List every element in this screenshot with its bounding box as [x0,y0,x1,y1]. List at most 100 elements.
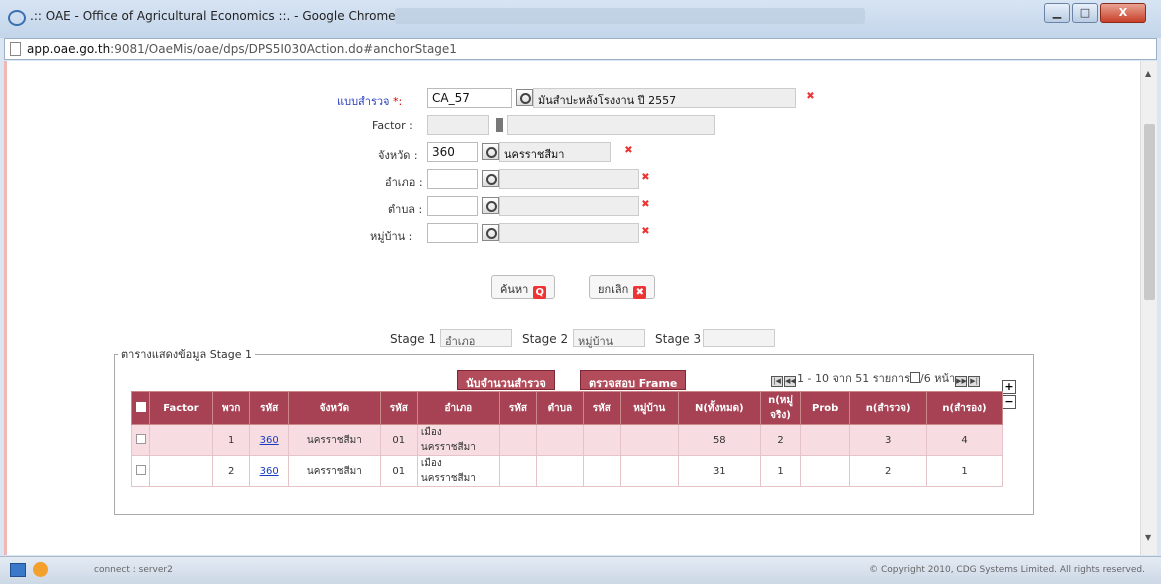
province-name-field: นครราชสีมา [499,142,611,162]
vertical-scrollbar[interactable]: ▲ ▼ [1140,61,1157,555]
column-header[interactable]: อำเภอ [416,391,500,425]
page-number-input[interactable] [910,372,921,383]
column-header[interactable]: n(หมู่ จริง) [760,391,802,425]
column-header[interactable]: พวก [211,391,251,425]
pager-prev-icon[interactable]: ◀◀ [784,376,796,387]
chrome-icon [8,10,26,26]
province-code-cell: 360 [249,455,289,487]
district-label: อำเภอ : [385,176,423,189]
minimize-button[interactable]: ▁ [1044,3,1070,23]
clear-icon[interactable]: ✖ [640,227,651,238]
village-code-input[interactable] [427,223,478,243]
province-code-link[interactable]: 360 [260,466,279,477]
cancel-button-label: ยกเลิก [598,283,629,296]
n-real-cell: 2 [760,424,802,456]
cancel-icon: ✖ [633,286,647,299]
stage1-table-legend: ตารางแสดงข้อมูล Stage 1 [121,348,252,361]
row-checkbox[interactable] [135,433,146,444]
connection-status: connect : server2 [94,565,173,575]
column-header[interactable]: n(สำรอง) [926,391,1003,425]
window-title: .:: OAE - Office of Agricultural Economi… [30,9,396,23]
row-checkbox[interactable] [135,464,146,475]
column-header[interactable]: รหัส [249,391,289,425]
search-button[interactable]: ค้นหา Q [491,275,556,299]
column-header[interactable]: n(สำรวจ) [849,391,928,425]
pager-next-icon[interactable]: ▶▶ [955,376,968,387]
page-icon [10,42,21,56]
district-name-field [499,169,639,189]
subdistrict-cell [535,424,584,456]
close-button[interactable]: X [1100,3,1146,23]
lookup-icon[interactable] [482,197,499,214]
scroll-up-icon[interactable]: ▲ [1145,69,1151,78]
row-checkbox-cell[interactable] [131,455,150,487]
url-text[interactable]: app.oae.go.th:9081/OaeMis/oae/dps/DPS5I0… [27,42,457,56]
required-marker: *: [392,95,403,108]
table-tools: + − [1002,380,1018,410]
pager-pages: /6 หน้า [920,372,956,385]
factor-lookup-icon[interactable] [496,118,503,132]
prob-cell [800,424,851,456]
village-label: หมู่บ้าน : [370,230,413,243]
column-header[interactable]: N(ทั้งหมด) [677,391,762,425]
lookup-icon[interactable] [482,143,499,160]
titlebar-blur [395,8,865,24]
clear-icon[interactable]: ✖ [640,200,651,211]
scroll-down-icon[interactable]: ▼ [1145,533,1151,542]
province-code-input[interactable] [427,142,478,162]
group-cell: 2 [211,455,251,487]
column-header[interactable]: รหัส [498,391,537,425]
table-header-row: Factor พวก รหัส จังหวัด รหัส อำเภอ รหัส … [131,391,1003,425]
add-row-icon[interactable]: + [1002,380,1016,394]
chat-icon[interactable] [33,562,48,577]
column-header[interactable]: Factor [149,391,213,425]
subdistrict-name-field [499,196,639,216]
column-header[interactable]: ตำบล [535,391,584,425]
province-code-link[interactable]: 360 [260,435,279,446]
district-cell: เมือง นครราชสีมา [416,424,500,456]
n-real-cell: 1 [760,455,802,487]
village-code-cell [582,455,621,487]
stage1-label: Stage 1 [390,332,437,346]
survey-code-input[interactable] [427,88,512,108]
keyboard-icon[interactable] [10,563,26,577]
clear-icon[interactable]: ✖ [805,92,816,103]
row-checkbox-cell[interactable] [131,424,150,456]
pager-last-icon[interactable]: ▶| [968,376,981,387]
n-reserve-cell: 1 [926,455,1003,487]
subdistrict-cell [535,455,584,487]
province-cell: นครราชสีมา [287,455,381,487]
remove-row-icon[interactable]: − [1002,395,1016,409]
browser-window: .:: OAE - Office of Agricultural Economi… [0,0,1161,584]
cancel-button[interactable]: ยกเลิก ✖ [589,275,656,299]
stage2-label: Stage 2 [522,332,569,346]
lookup-icon[interactable] [516,89,533,106]
district-code-cell: 01 [379,455,418,487]
table-row[interactable]: 2 360 นครราชสีมา 01 เมือง นครราชสีมา 31 … [131,455,1003,487]
lookup-icon[interactable] [482,170,499,187]
village-code-cell [582,424,621,456]
pager-first-icon[interactable]: |◀ [771,376,783,387]
select-all-header[interactable] [131,391,150,425]
lookup-icon[interactable] [482,224,499,241]
search-icon: Q [533,286,547,299]
column-header[interactable]: รหัส [379,391,418,425]
column-header[interactable]: Prob [800,391,851,425]
search-button-label: ค้นหา [500,283,529,296]
factor-name-field [507,115,715,135]
village-cell [619,455,679,487]
column-header[interactable]: จังหวัด [287,391,381,425]
select-all-checkbox[interactable] [135,401,146,412]
maximize-button[interactable]: □ [1072,3,1098,23]
subdistrict-code-input[interactable] [427,196,478,216]
scroll-thumb[interactable] [1144,124,1155,300]
column-header[interactable]: รหัส [582,391,621,425]
subdistrict-code-cell [498,455,537,487]
address-bar[interactable]: app.oae.go.th:9081/OaeMis/oae/dps/DPS5I0… [4,38,1157,60]
clear-icon[interactable]: ✖ [640,173,651,184]
n-total-cell: 58 [677,424,762,456]
column-header[interactable]: หมู่บ้าน [619,391,679,425]
table-row[interactable]: 1 360 นครราชสีมา 01 เมือง นครราชสีมา 58 … [131,424,1003,456]
clear-icon[interactable]: ✖ [623,146,634,157]
district-code-input[interactable] [427,169,478,189]
